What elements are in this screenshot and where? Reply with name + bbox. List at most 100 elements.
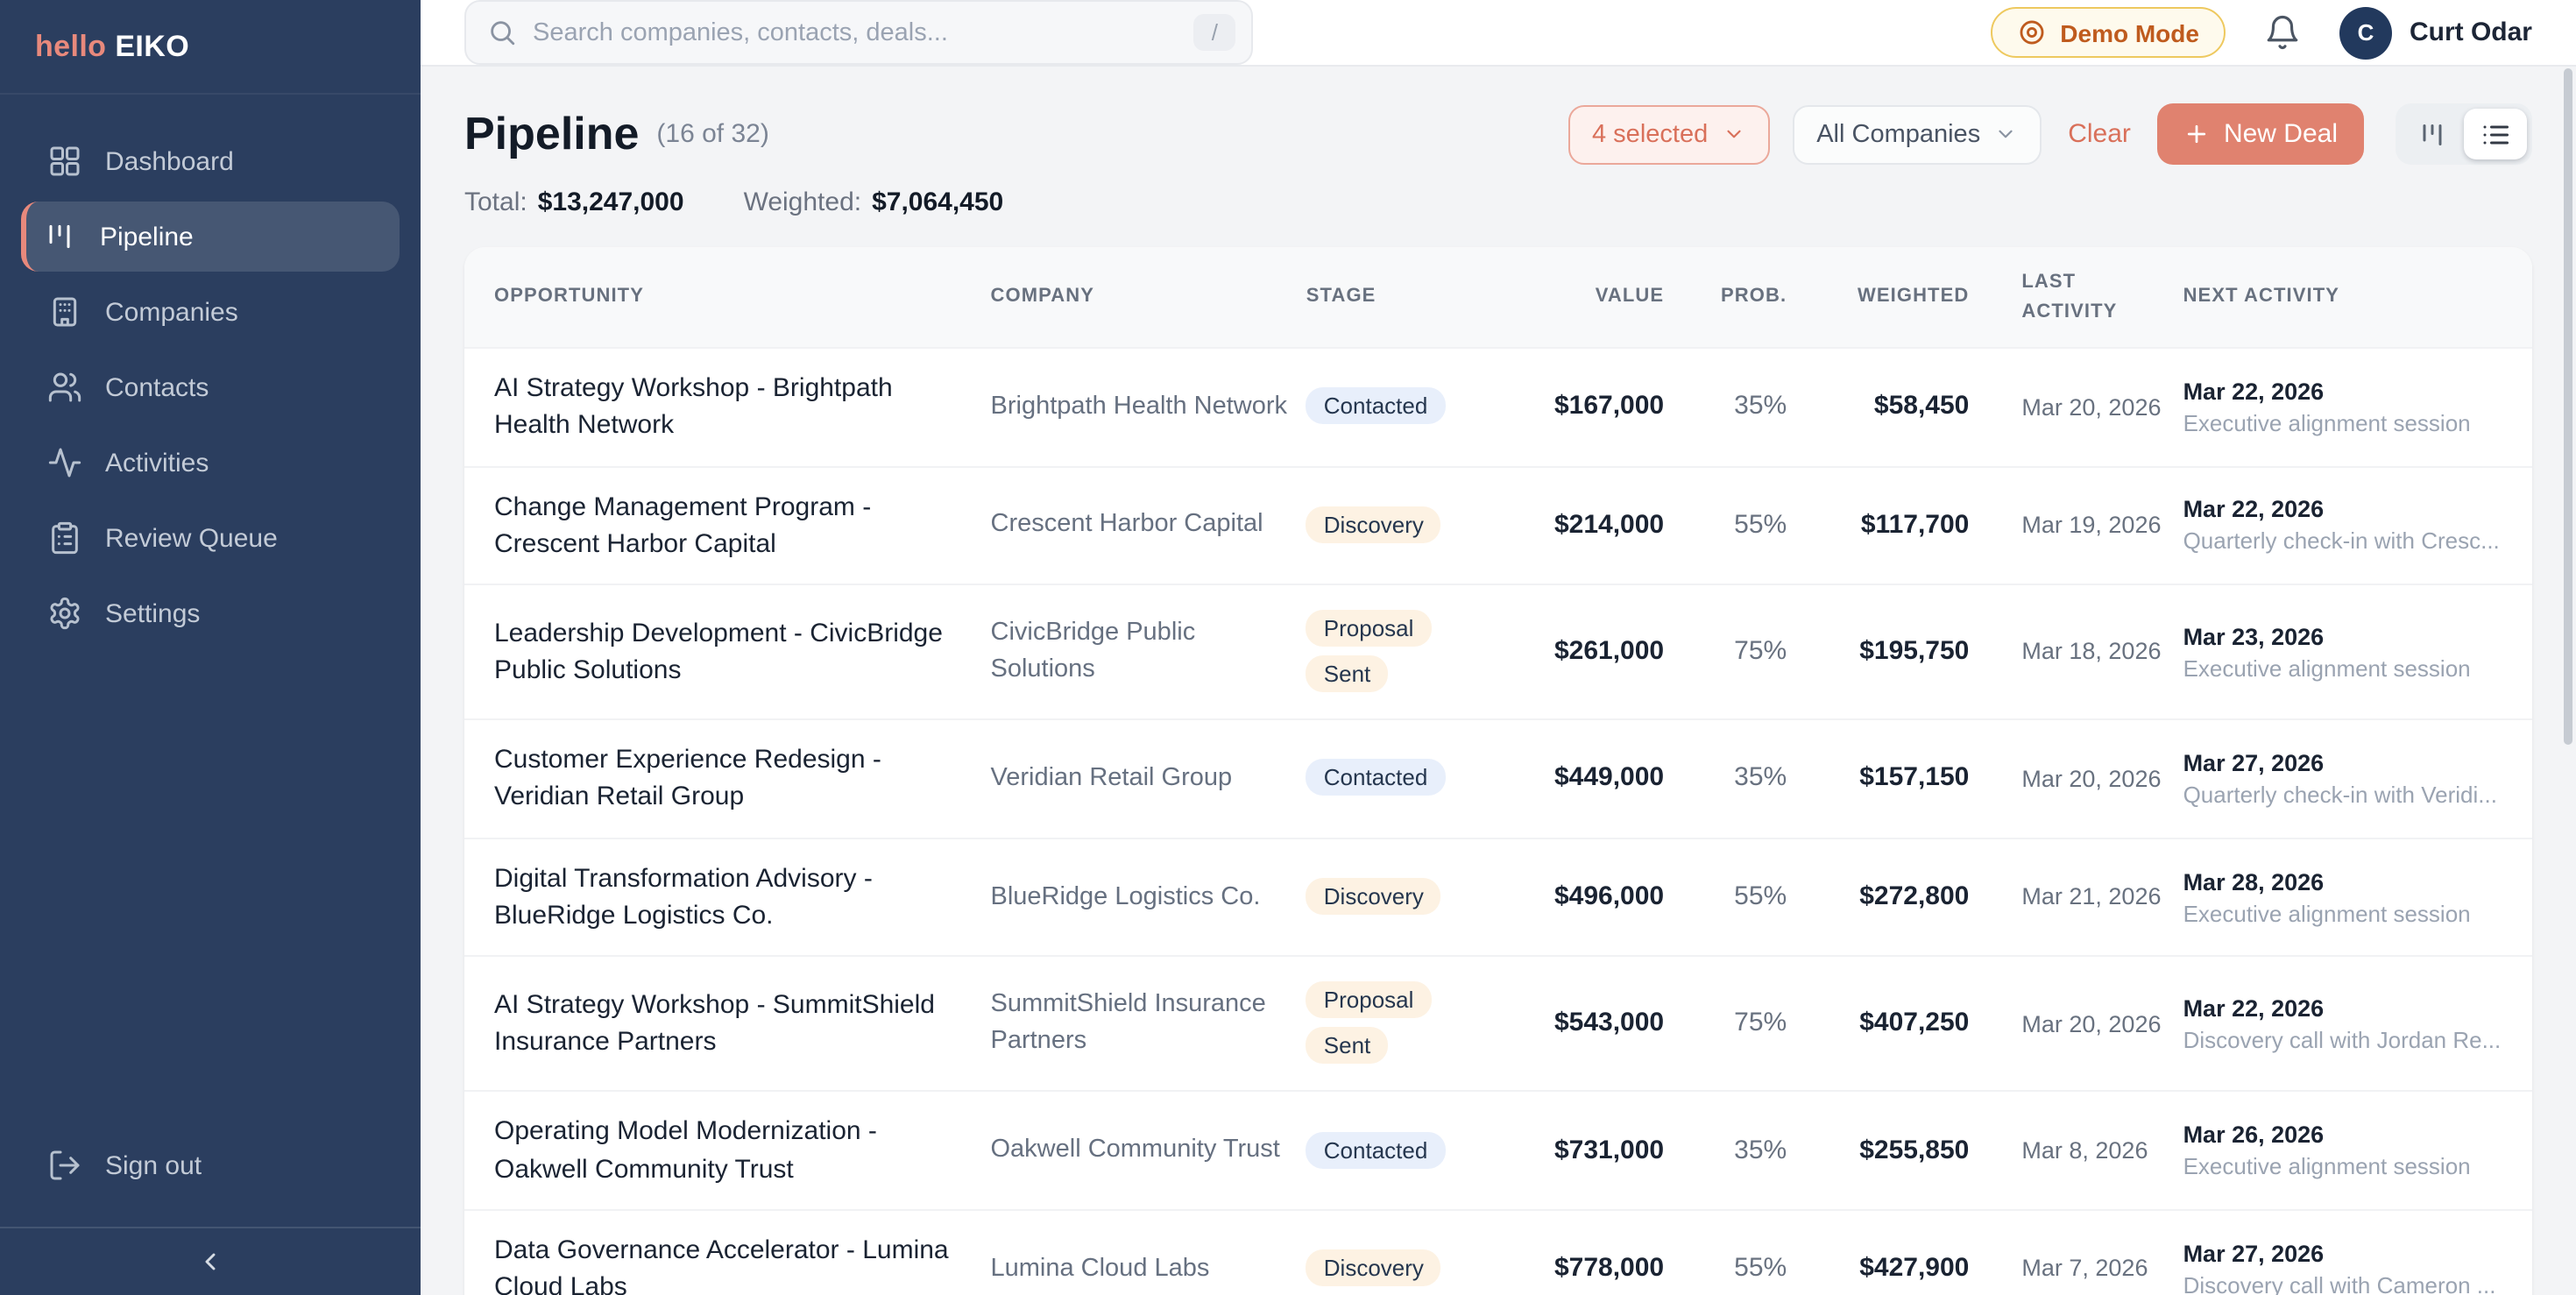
next-activity-date: Mar 23, 2026 bbox=[2183, 623, 2515, 649]
deal-value: $731,000 bbox=[1554, 1135, 1664, 1164]
opportunity-name: AI Strategy Workshop - Brightpath Health… bbox=[494, 370, 973, 444]
table-row[interactable]: Digital Transformation Advisory - BlueRi… bbox=[464, 839, 2532, 957]
notifications-button[interactable] bbox=[2264, 14, 2301, 51]
page-count: (16 of 32) bbox=[656, 119, 768, 149]
last-activity-date: Mar 7, 2026 bbox=[2021, 1252, 2165, 1286]
stage-filter-label: 4 selected bbox=[1592, 120, 1708, 148]
kanban-view-button[interactable] bbox=[2401, 109, 2464, 159]
user-menu[interactable]: C Curt Odar bbox=[2339, 6, 2532, 59]
stage-filter-dropdown[interactable]: 4 selected bbox=[1568, 104, 1769, 164]
opportunity-name: Change Management Program - Crescent Har… bbox=[494, 488, 973, 563]
pipeline-stats: Total:$13,247,000 Weighted:$7,064,450 bbox=[464, 188, 2532, 217]
next-activity-date: Mar 27, 2026 bbox=[2183, 750, 2515, 776]
next-activity-date: Mar 27, 2026 bbox=[2183, 1241, 2515, 1267]
weighted-stat: Weighted:$7,064,450 bbox=[744, 188, 1004, 217]
search-input[interactable] bbox=[533, 18, 1178, 46]
deal-value: $167,000 bbox=[1554, 392, 1664, 421]
column-header-opportunity: Opportunity bbox=[464, 247, 991, 348]
company-name: Lumina Cloud Labs bbox=[991, 1251, 1289, 1288]
new-deal-button[interactable]: New Deal bbox=[2157, 103, 2364, 165]
next-activity-date: Mar 22, 2026 bbox=[2183, 379, 2515, 405]
company-filter-label: All Companies bbox=[1816, 120, 1980, 148]
stage-badge: Discovery bbox=[1306, 1250, 1441, 1287]
demo-mode-badge[interactable]: Demo Mode bbox=[1990, 7, 2226, 58]
table-row[interactable]: Operating Model Modernization - Oakwell … bbox=[464, 1092, 2532, 1210]
demo-mode-eye-icon bbox=[2016, 18, 2046, 47]
stage-badge: Proposal Sent bbox=[1306, 610, 1432, 692]
opportunity-name: Operating Model Modernization - Oakwell … bbox=[494, 1114, 973, 1188]
table-row[interactable]: Customer Experience Redesign - Veridian … bbox=[464, 719, 2532, 838]
sign-out-button[interactable]: Sign out bbox=[21, 1130, 400, 1200]
stage-badge: Contacted bbox=[1306, 1131, 1446, 1168]
deal-weighted-value: $117,700 bbox=[1861, 510, 1970, 540]
logo-hello: hello bbox=[35, 29, 106, 64]
topbar: / Demo Mode C Curt Odar bbox=[421, 0, 2576, 67]
sidebar-collapse-button[interactable] bbox=[0, 1228, 421, 1295]
app-window: hello EIKO Dashboard Pipeline Companies … bbox=[0, 0, 2576, 1295]
stage-badge: Proposal Sent bbox=[1306, 982, 1432, 1065]
deal-weighted-value: $427,900 bbox=[1859, 1254, 1969, 1284]
sidebar-item-settings[interactable]: Settings bbox=[21, 578, 400, 648]
demo-mode-label: Demo Mode bbox=[2060, 18, 2199, 46]
clear-filters-link[interactable]: Clear bbox=[2064, 119, 2134, 149]
table-body: AI Strategy Workshop - Brightpath Health… bbox=[464, 348, 2532, 1295]
sidebar-item-companies[interactable]: Companies bbox=[21, 277, 400, 347]
sidebar-item-review-queue[interactable]: Review Queue bbox=[21, 503, 400, 573]
stage-badge: Contacted bbox=[1306, 388, 1446, 425]
table-row[interactable]: AI Strategy Workshop - SummitShield Insu… bbox=[464, 957, 2532, 1092]
column-header-company: Company bbox=[991, 247, 1306, 348]
sidebar: hello EIKO Dashboard Pipeline Companies … bbox=[0, 0, 421, 1295]
sidebar-nav: Dashboard Pipeline Companies Contacts Ac… bbox=[0, 95, 421, 1120]
table-row[interactable]: Leadership Development - CivicBridge Pub… bbox=[464, 584, 2532, 719]
stage-badge: Contacted bbox=[1306, 760, 1446, 796]
sidebar-item-contacts[interactable]: Contacts bbox=[21, 352, 400, 422]
sidebar-item-activities[interactable]: Activities bbox=[21, 428, 400, 498]
opportunity-name: Leadership Development - CivicBridge Pub… bbox=[494, 615, 973, 690]
plus-icon bbox=[2183, 121, 2210, 147]
last-activity-date: Mar 20, 2026 bbox=[2021, 761, 2165, 796]
deal-value: $778,000 bbox=[1554, 1254, 1664, 1284]
company-name: Veridian Retail Group bbox=[991, 761, 1289, 797]
opportunity-name: AI Strategy Workshop - SummitShield Insu… bbox=[494, 987, 973, 1061]
opportunity-name: Data Governance Accelerator - Lumina Clo… bbox=[494, 1232, 973, 1295]
deal-value: $496,000 bbox=[1554, 881, 1664, 911]
company-name: Oakwell Community Trust bbox=[991, 1132, 1289, 1169]
company-name: BlueRidge Logistics Co. bbox=[991, 879, 1289, 916]
next-activity-description: Discovery call with Jordan Re... bbox=[2183, 1027, 2515, 1053]
view-toggle bbox=[2396, 103, 2532, 165]
sidebar-item-label: Contacts bbox=[105, 372, 209, 402]
deal-weighted-value: $157,150 bbox=[1859, 763, 1969, 793]
deal-weighted-value: $255,850 bbox=[1859, 1135, 1969, 1164]
main-area: / Demo Mode C Curt Odar Pipeline (16 o bbox=[421, 0, 2576, 1295]
vertical-scrollbar[interactable] bbox=[2564, 68, 2572, 745]
page-title: Pipeline bbox=[464, 107, 639, 161]
last-activity-date: Mar 19, 2026 bbox=[2021, 508, 2165, 542]
last-activity-date: Mar 18, 2026 bbox=[2021, 635, 2165, 669]
deal-weighted-value: $272,800 bbox=[1859, 881, 1969, 911]
deal-weighted-value: $195,750 bbox=[1859, 636, 1969, 666]
table-row[interactable]: Data Governance Accelerator - Lumina Clo… bbox=[464, 1210, 2532, 1295]
company-filter-dropdown[interactable]: All Companies bbox=[1792, 104, 2042, 164]
total-stat: Total:$13,247,000 bbox=[464, 188, 684, 217]
weighted-value: $7,064,450 bbox=[872, 188, 1003, 217]
list-icon bbox=[2480, 118, 2511, 150]
building-icon bbox=[47, 294, 82, 329]
table-row[interactable]: AI Strategy Workshop - Brightpath Health… bbox=[464, 348, 2532, 466]
chevron-down-icon bbox=[1722, 123, 1744, 145]
list-view-button[interactable] bbox=[2464, 109, 2527, 159]
company-name: SummitShield Insurance Partners bbox=[991, 987, 1289, 1061]
sidebar-item-pipeline[interactable]: Pipeline bbox=[21, 202, 400, 272]
sidebar-item-label: Settings bbox=[105, 598, 200, 628]
kanban-icon bbox=[42, 219, 77, 254]
last-activity-date: Mar 21, 2026 bbox=[2021, 881, 2165, 915]
next-activity-description: Quarterly check-in with Veridi... bbox=[2183, 782, 2515, 808]
sidebar-item-dashboard[interactable]: Dashboard bbox=[21, 126, 400, 196]
sidebar-item-label: Companies bbox=[105, 297, 238, 327]
sidebar-item-label: Activities bbox=[105, 448, 209, 478]
table-row[interactable]: Change Management Program - Crescent Har… bbox=[464, 466, 2532, 584]
user-name: Curt Odar bbox=[2410, 18, 2532, 47]
last-activity-date: Mar 20, 2026 bbox=[2021, 390, 2165, 424]
avatar: C bbox=[2339, 6, 2392, 59]
next-activity-description: Executive alignment session bbox=[2183, 1153, 2515, 1179]
stage-badge: Discovery bbox=[1306, 506, 1441, 543]
